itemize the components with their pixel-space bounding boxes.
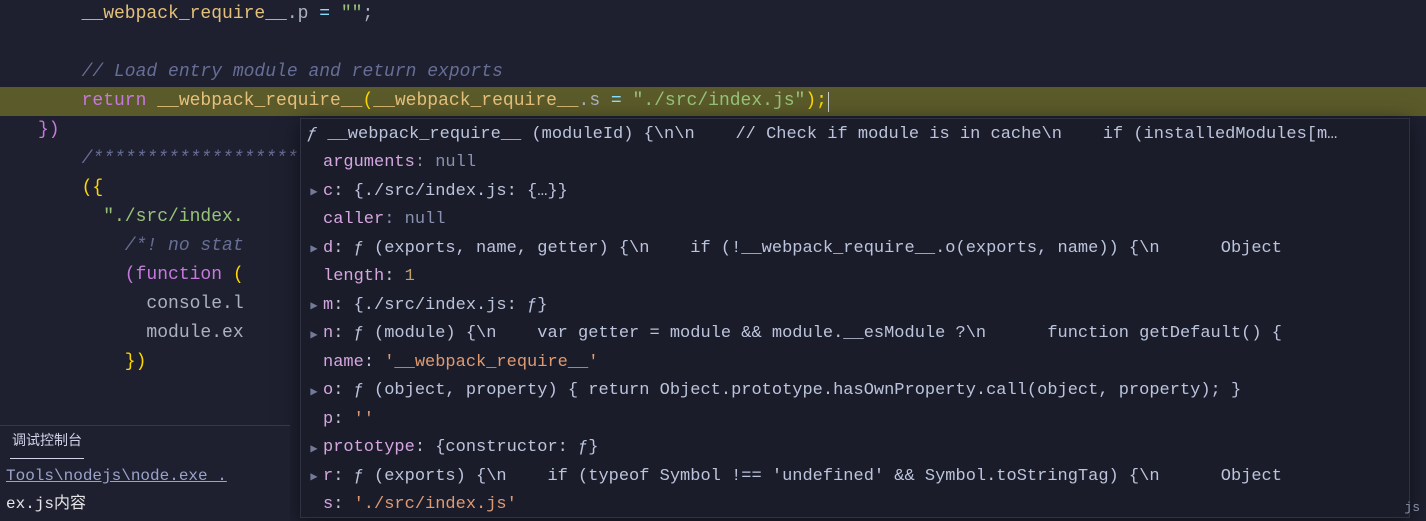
- code-line-active: return __webpack_require__(__webpack_req…: [0, 87, 1426, 116]
- tooltip-property[interactable]: name: '__webpack_require__': [307, 349, 1403, 378]
- tooltip-property-expandable[interactable]: ▶r: ƒ (exports) {\n if (typeof Symbol !=…: [307, 463, 1403, 492]
- tooltip-property[interactable]: length: 1: [307, 264, 1403, 293]
- chevron-right-icon[interactable]: ▶: [307, 239, 321, 259]
- tooltip-property-expandable[interactable]: ▶o: ƒ (object, property) { return Object…: [307, 378, 1403, 407]
- bottom-panel: 调试控制台 Tools\nodejs\node.exe . ex.js内容: [0, 425, 290, 521]
- code-line-comment: // Load entry module and return exports: [0, 58, 1426, 87]
- code-line: __webpack_require__.p = "";: [0, 0, 1426, 29]
- console-output-line: ex.js内容: [0, 492, 290, 518]
- tooltip-property[interactable]: arguments: null: [307, 150, 1403, 179]
- tooltip-property[interactable]: s: './src/index.js': [307, 492, 1403, 519]
- tooltip-property[interactable]: p: '': [307, 406, 1403, 435]
- chevron-right-icon[interactable]: ▶: [307, 467, 321, 487]
- tooltip-header: ƒ __webpack_require__ (moduleId) {\n\n /…: [307, 121, 1403, 150]
- tooltip-property-expandable[interactable]: ▶c: {./src/index.js: {…}}: [307, 178, 1403, 207]
- chevron-right-icon[interactable]: ▶: [307, 182, 321, 202]
- debug-hover-tooltip[interactable]: ƒ __webpack_require__ (moduleId) {\n\n /…: [300, 118, 1410, 518]
- text-cursor: [828, 92, 829, 112]
- chevron-right-icon[interactable]: ▶: [307, 382, 321, 402]
- chevron-right-icon[interactable]: ▶: [307, 325, 321, 345]
- status-language[interactable]: js: [1404, 498, 1420, 519]
- tooltip-property-expandable[interactable]: ▶d: ƒ (exports, name, getter) {\n if (!_…: [307, 235, 1403, 264]
- console-output-line: Tools\nodejs\node.exe .: [0, 460, 290, 492]
- chevron-right-icon[interactable]: ▶: [307, 296, 321, 316]
- code-line-empty: [0, 29, 1426, 58]
- tab-debug-console[interactable]: 调试控制台: [10, 427, 84, 458]
- tooltip-property-expandable[interactable]: ▶prototype: {constructor: ƒ}: [307, 435, 1403, 464]
- chevron-right-icon[interactable]: ▶: [307, 439, 321, 459]
- tooltip-property[interactable]: caller: null: [307, 207, 1403, 236]
- tooltip-property-expandable[interactable]: ▶m: {./src/index.js: ƒ}: [307, 292, 1403, 321]
- panel-tab-bar[interactable]: 调试控制台: [0, 426, 290, 460]
- tooltip-property-expandable[interactable]: ▶n: ƒ (module) {\n var getter = module &…: [307, 321, 1403, 350]
- node-path-link[interactable]: Tools\nodejs\node.exe .: [6, 467, 227, 485]
